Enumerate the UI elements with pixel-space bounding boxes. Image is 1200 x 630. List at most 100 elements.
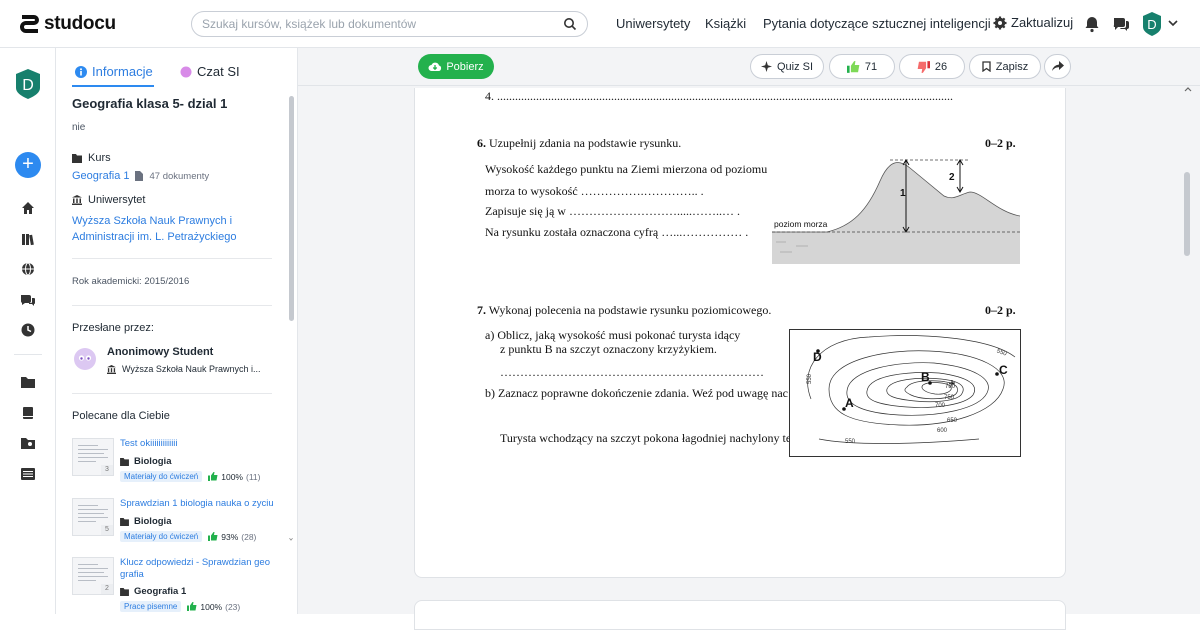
rating-count: (11): [246, 471, 261, 482]
recommended-title[interactable]: Test okiiiiiiiiiiiii: [120, 438, 275, 450]
question-6-number: 6.: [477, 136, 486, 150]
folder-icon[interactable]: [20, 374, 36, 390]
question-7b-line-1-clip: b) Zaznacz poprawne dokończenie zdania. …: [485, 386, 795, 401]
university-link[interactable]: Wyższa Szkoła Nauk Prawnych i Administra…: [72, 213, 236, 245]
messages-icon[interactable]: [20, 292, 36, 308]
question-7-points: 0–2 p.: [985, 303, 1016, 317]
viewer-scrollbar[interactable]: [1182, 86, 1194, 614]
save-button[interactable]: Zapisz: [969, 54, 1041, 79]
recommended-category-label: Biologia: [134, 456, 172, 467]
tab-ai-chat[interactable]: Czat SI: [180, 64, 240, 79]
bell-icon[interactable]: [1083, 15, 1101, 33]
document-thumbnail: 3: [72, 438, 114, 476]
list-icon[interactable]: [20, 466, 36, 482]
update-label: Zaktualizuj: [1011, 15, 1074, 30]
folder-icon: [120, 587, 129, 596]
contour-label-650: 650: [947, 418, 958, 424]
globe-icon[interactable]: [20, 261, 36, 277]
cloud-download-icon: [428, 62, 442, 71]
active-tab-indicator: [72, 85, 154, 87]
course-link[interactable]: Geografia 1: [72, 170, 129, 182]
university-icon: [107, 364, 116, 374]
sparkle-icon: [760, 61, 772, 72]
library-icon[interactable]: [20, 231, 36, 247]
search-box[interactable]: [191, 11, 588, 37]
nav-books[interactable]: Książki: [705, 16, 746, 31]
shared-folder-icon[interactable]: [20, 435, 36, 451]
thumbs-up-icon: [187, 602, 197, 611]
download-button[interactable]: Pobierz: [418, 54, 494, 79]
info-icon: [75, 65, 87, 78]
recommended-item[interactable]: 5 Sprawdzian 1 biologia nauka o zyciu Bi…: [72, 498, 282, 548]
university-line-2: Administracji im. L. Petrażyckiego: [72, 231, 237, 243]
info-sidebar: Informacje Czat SI Geografia klasa 5- dz…: [56, 48, 298, 614]
recommended-title[interactable]: Klucz odpowiedzi - Sprawdzian geo grafia: [120, 557, 275, 581]
question-7-text: Wykonaj polecenia na podstawie rysunku p…: [488, 303, 772, 317]
question-7b-line-2: Turysta wchodzący na szczyt pokona łagod…: [500, 431, 792, 445]
rating-percent: 100%: [200, 601, 223, 612]
recommended-item[interactable]: 3 Test okiiiiiiiiiiiii Biologia Materiał…: [72, 438, 282, 488]
share-button[interactable]: [1044, 54, 1071, 79]
logo[interactable]: studocu: [18, 12, 116, 36]
type-badge: Materiały do ćwiczeń: [120, 471, 203, 482]
question-6-line-2: morza to wysokość …………….………….. .: [485, 184, 704, 198]
folder-icon: [72, 153, 82, 163]
question-6-heading: 6. Uzupełnij zdania na podstawie rysunku…: [477, 136, 681, 151]
create-button[interactable]: +: [15, 152, 41, 178]
rating: 100% (23): [187, 602, 240, 612]
document-icon: [135, 171, 144, 181]
dislike-button[interactable]: 26: [899, 54, 965, 79]
point-d-label: D: [813, 350, 822, 364]
save-label: Zapisz: [995, 60, 1029, 73]
figure-label-1: 1: [900, 188, 906, 199]
recommended-title[interactable]: Sprawdzian 1 biologia nauka o zyciu: [120, 498, 275, 510]
question-6-line-1: Wysokość każdego punktu na Ziemi mierzon…: [485, 162, 768, 176]
like-button[interactable]: 71: [829, 54, 895, 79]
question-7b-line-1: b) Zaznacz poprawne dokończenie zdania. …: [485, 386, 788, 400]
contour-label-700: 700: [935, 403, 946, 409]
recommended-meta: Materiały do ćwiczeń 93% (28): [120, 531, 256, 542]
next-document-page: [414, 600, 1066, 630]
search-input[interactable]: [202, 17, 563, 31]
rating-count: (23): [225, 601, 241, 612]
ai-quiz-button[interactable]: Quiz SI: [750, 54, 824, 79]
page-count: 2: [101, 584, 113, 594]
university-icon: [72, 195, 82, 205]
rail-avatar-letter: D: [22, 77, 34, 94]
search-icon[interactable]: [563, 17, 577, 31]
contour-label-600: 600: [937, 428, 948, 434]
update-button[interactable]: Zaktualizuj: [993, 15, 1073, 30]
recommended-category-label: Biologia: [134, 516, 172, 527]
course-heading: Kurs: [72, 152, 111, 164]
divider: [72, 393, 272, 394]
clock-icon[interactable]: [20, 322, 36, 338]
uploaded-by-label: Przesłane przez:: [72, 322, 154, 334]
book-icon[interactable]: [20, 405, 36, 421]
chat-icon[interactable]: [1112, 15, 1130, 33]
viewer-scrollbar-thumb[interactable]: [1184, 172, 1190, 256]
document-title: Geografia klasa 5- dzial 1: [72, 96, 228, 111]
user-avatar[interactable]: D: [1142, 11, 1162, 37]
question-7-number: 7.: [477, 303, 486, 317]
recommended-heading: Polecane dla Ciebie: [72, 410, 170, 422]
document-thumbnail: 5: [72, 498, 114, 536]
rail-avatar[interactable]: D: [15, 68, 41, 100]
tab-info[interactable]: Informacje: [75, 64, 153, 79]
question-6-line-3: Zapisuje się ją w ……………………….....……..… .: [485, 204, 740, 218]
home-icon[interactable]: [20, 200, 36, 216]
recommended-item[interactable]: 2 Klucz odpowiedzi - Sprawdzian geo graf…: [72, 557, 282, 613]
sea-level-label: poziom morza: [774, 219, 828, 229]
point-b-label: B: [921, 370, 930, 384]
divider: [72, 305, 272, 306]
course-label: Kurs: [88, 152, 111, 164]
type-badge: Prace pisemne: [120, 601, 182, 612]
nav-universities[interactable]: Uniwersytety: [616, 16, 690, 31]
folder-icon: [120, 517, 129, 526]
document-description: nie: [72, 122, 86, 133]
uploader-name[interactable]: Anonimowy Student: [107, 346, 213, 358]
rating-percent: 100%: [221, 471, 243, 482]
sidebar-scrollbar-thumb[interactable]: [289, 96, 294, 321]
nav-ai-questions[interactable]: Pytania dotyczące sztucznej inteligencji: [763, 16, 991, 31]
academic-year: Rok akademicki: 2015/2016: [72, 276, 190, 287]
chevron-down-icon[interactable]: [1168, 19, 1178, 27]
